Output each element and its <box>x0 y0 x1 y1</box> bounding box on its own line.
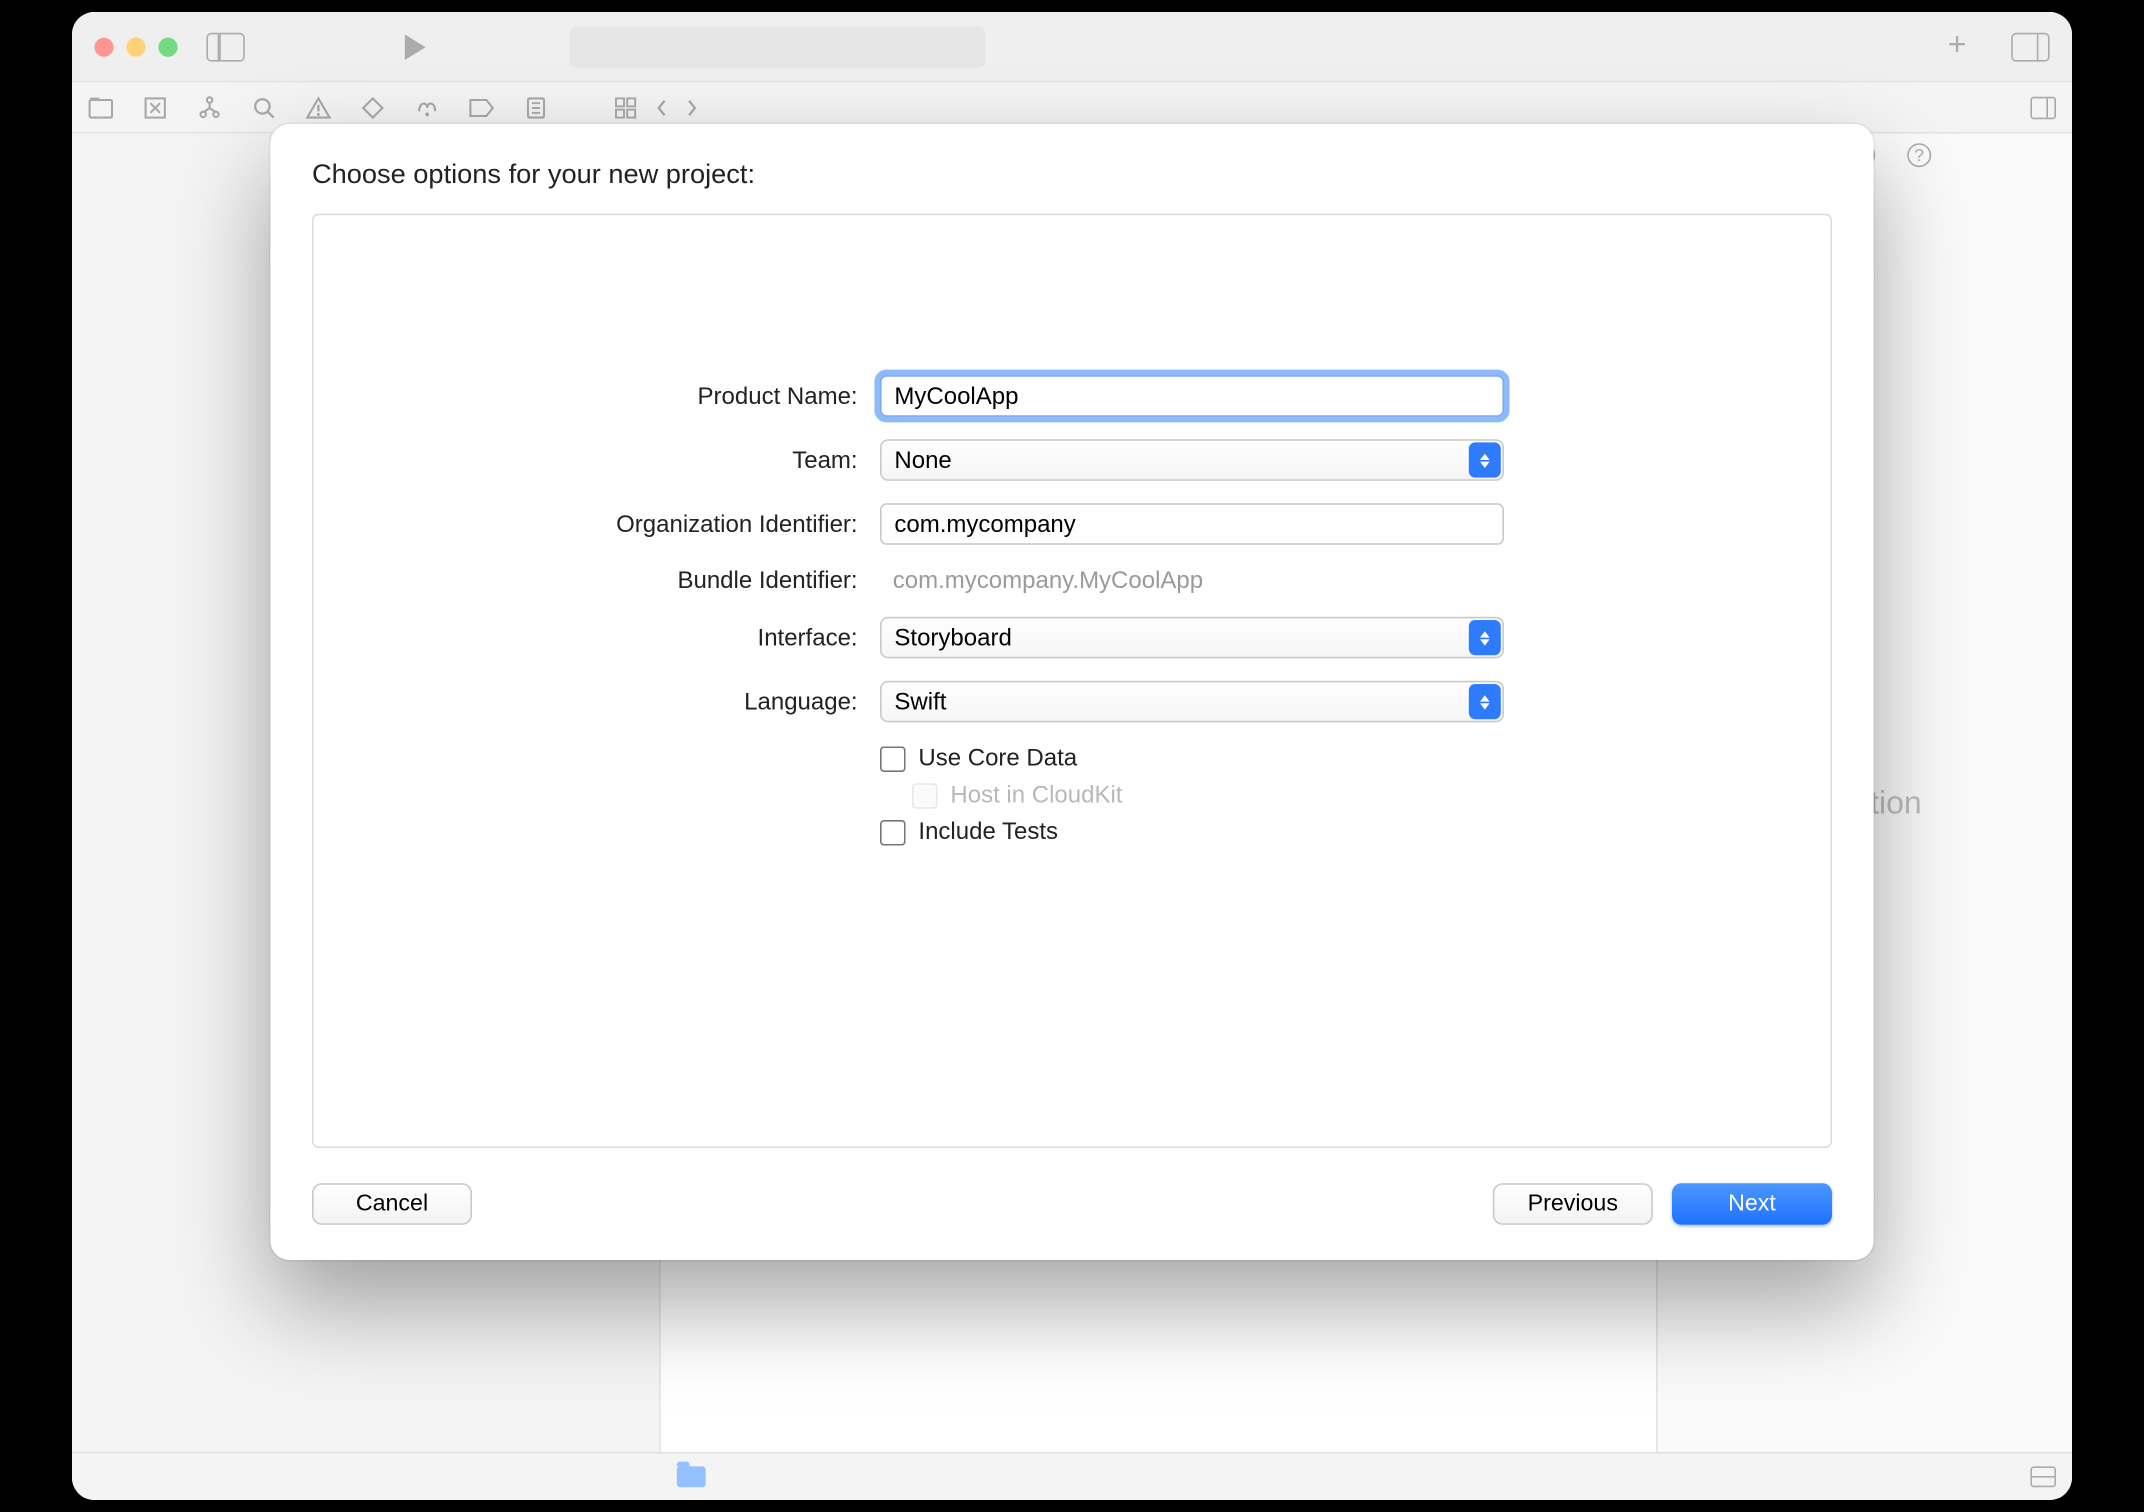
product-name-input[interactable] <box>880 375 1504 417</box>
folder-icon[interactable] <box>677 1466 706 1487</box>
symbol-nav-icon[interactable] <box>197 94 223 120</box>
core-data-checkbox[interactable] <box>880 746 906 772</box>
test-nav-icon[interactable] <box>360 94 386 120</box>
popup-arrows-icon <box>1469 684 1501 719</box>
tests-checkbox[interactable] <box>880 819 906 845</box>
run-button-icon[interactable] <box>405 34 426 60</box>
language-popup[interactable]: Swift <box>880 681 1504 723</box>
product-name-label: Product Name: <box>378 382 858 409</box>
core-data-label: Use Core Data <box>918 745 1077 772</box>
interface-popup[interactable]: Storyboard <box>880 617 1504 659</box>
forward-chevron-icon[interactable] <box>685 94 699 120</box>
debug-bar <box>72 1452 2072 1500</box>
next-button[interactable]: Next <box>1672 1183 1832 1225</box>
language-value: Swift <box>894 688 946 715</box>
cloudkit-checkbox <box>912 782 938 808</box>
find-nav-icon[interactable] <box>251 94 277 120</box>
bundle-id-value: com.mycompany.MyCoolApp <box>880 567 1504 594</box>
tests-checkbox-row[interactable]: Include Tests <box>880 818 1504 845</box>
team-popup[interactable]: None <box>880 439 1504 481</box>
cloudkit-label: Host in CloudKit <box>950 782 1122 809</box>
grid-icon[interactable] <box>613 94 639 120</box>
language-label: Language: <box>378 688 858 715</box>
issue-nav-icon[interactable] <box>306 94 332 120</box>
right-sidebar-toggle-icon[interactable] <box>2011 32 2049 61</box>
close-icon[interactable] <box>94 37 113 56</box>
editor-options-icon[interactable] <box>2030 96 2056 118</box>
team-value: None <box>894 446 951 473</box>
left-sidebar-toggle-icon[interactable] <box>206 32 244 61</box>
breakpoint-nav-icon[interactable] <box>469 94 495 120</box>
debug-drawer-icon[interactable] <box>2030 1466 2056 1487</box>
interface-value: Storyboard <box>894 624 1011 651</box>
team-label: Team: <box>378 446 858 473</box>
project-nav-icon[interactable] <box>88 94 114 120</box>
org-id-input[interactable] <box>880 503 1504 545</box>
interface-label: Interface: <box>378 624 858 651</box>
form-frame: Product Name: Team: None Organization Id… <box>312 214 1832 1148</box>
org-id-label: Organization Identifier: <box>378 510 858 537</box>
zoom-icon[interactable] <box>158 37 177 56</box>
popup-arrows-icon <box>1469 620 1501 655</box>
help-inspector-icon[interactable]: ? <box>1907 143 1931 167</box>
titlebar: + <box>72 12 2072 82</box>
popup-arrows-icon <box>1469 442 1501 477</box>
new-project-sheet: Choose options for your new project: Pro… <box>270 124 1873 1260</box>
cloudkit-checkbox-row: Host in CloudKit <box>880 782 1504 809</box>
previous-button[interactable]: Previous <box>1493 1183 1653 1225</box>
minimize-icon[interactable] <box>126 37 145 56</box>
traffic-lights[interactable] <box>94 37 177 56</box>
activity-pill[interactable] <box>570 26 986 68</box>
source-control-nav-icon[interactable] <box>142 94 168 120</box>
report-nav-icon[interactable] <box>523 94 549 120</box>
cancel-button[interactable]: Cancel <box>312 1183 472 1225</box>
library-plus-icon[interactable]: + <box>1948 28 1967 65</box>
debug-nav-icon[interactable] <box>414 94 440 120</box>
back-chevron-icon[interactable] <box>654 94 668 120</box>
tests-label: Include Tests <box>918 818 1058 845</box>
bundle-id-label: Bundle Identifier: <box>378 567 858 594</box>
sheet-title: Choose options for your new project: <box>312 159 1832 191</box>
core-data-checkbox-row[interactable]: Use Core Data <box>880 745 1504 772</box>
